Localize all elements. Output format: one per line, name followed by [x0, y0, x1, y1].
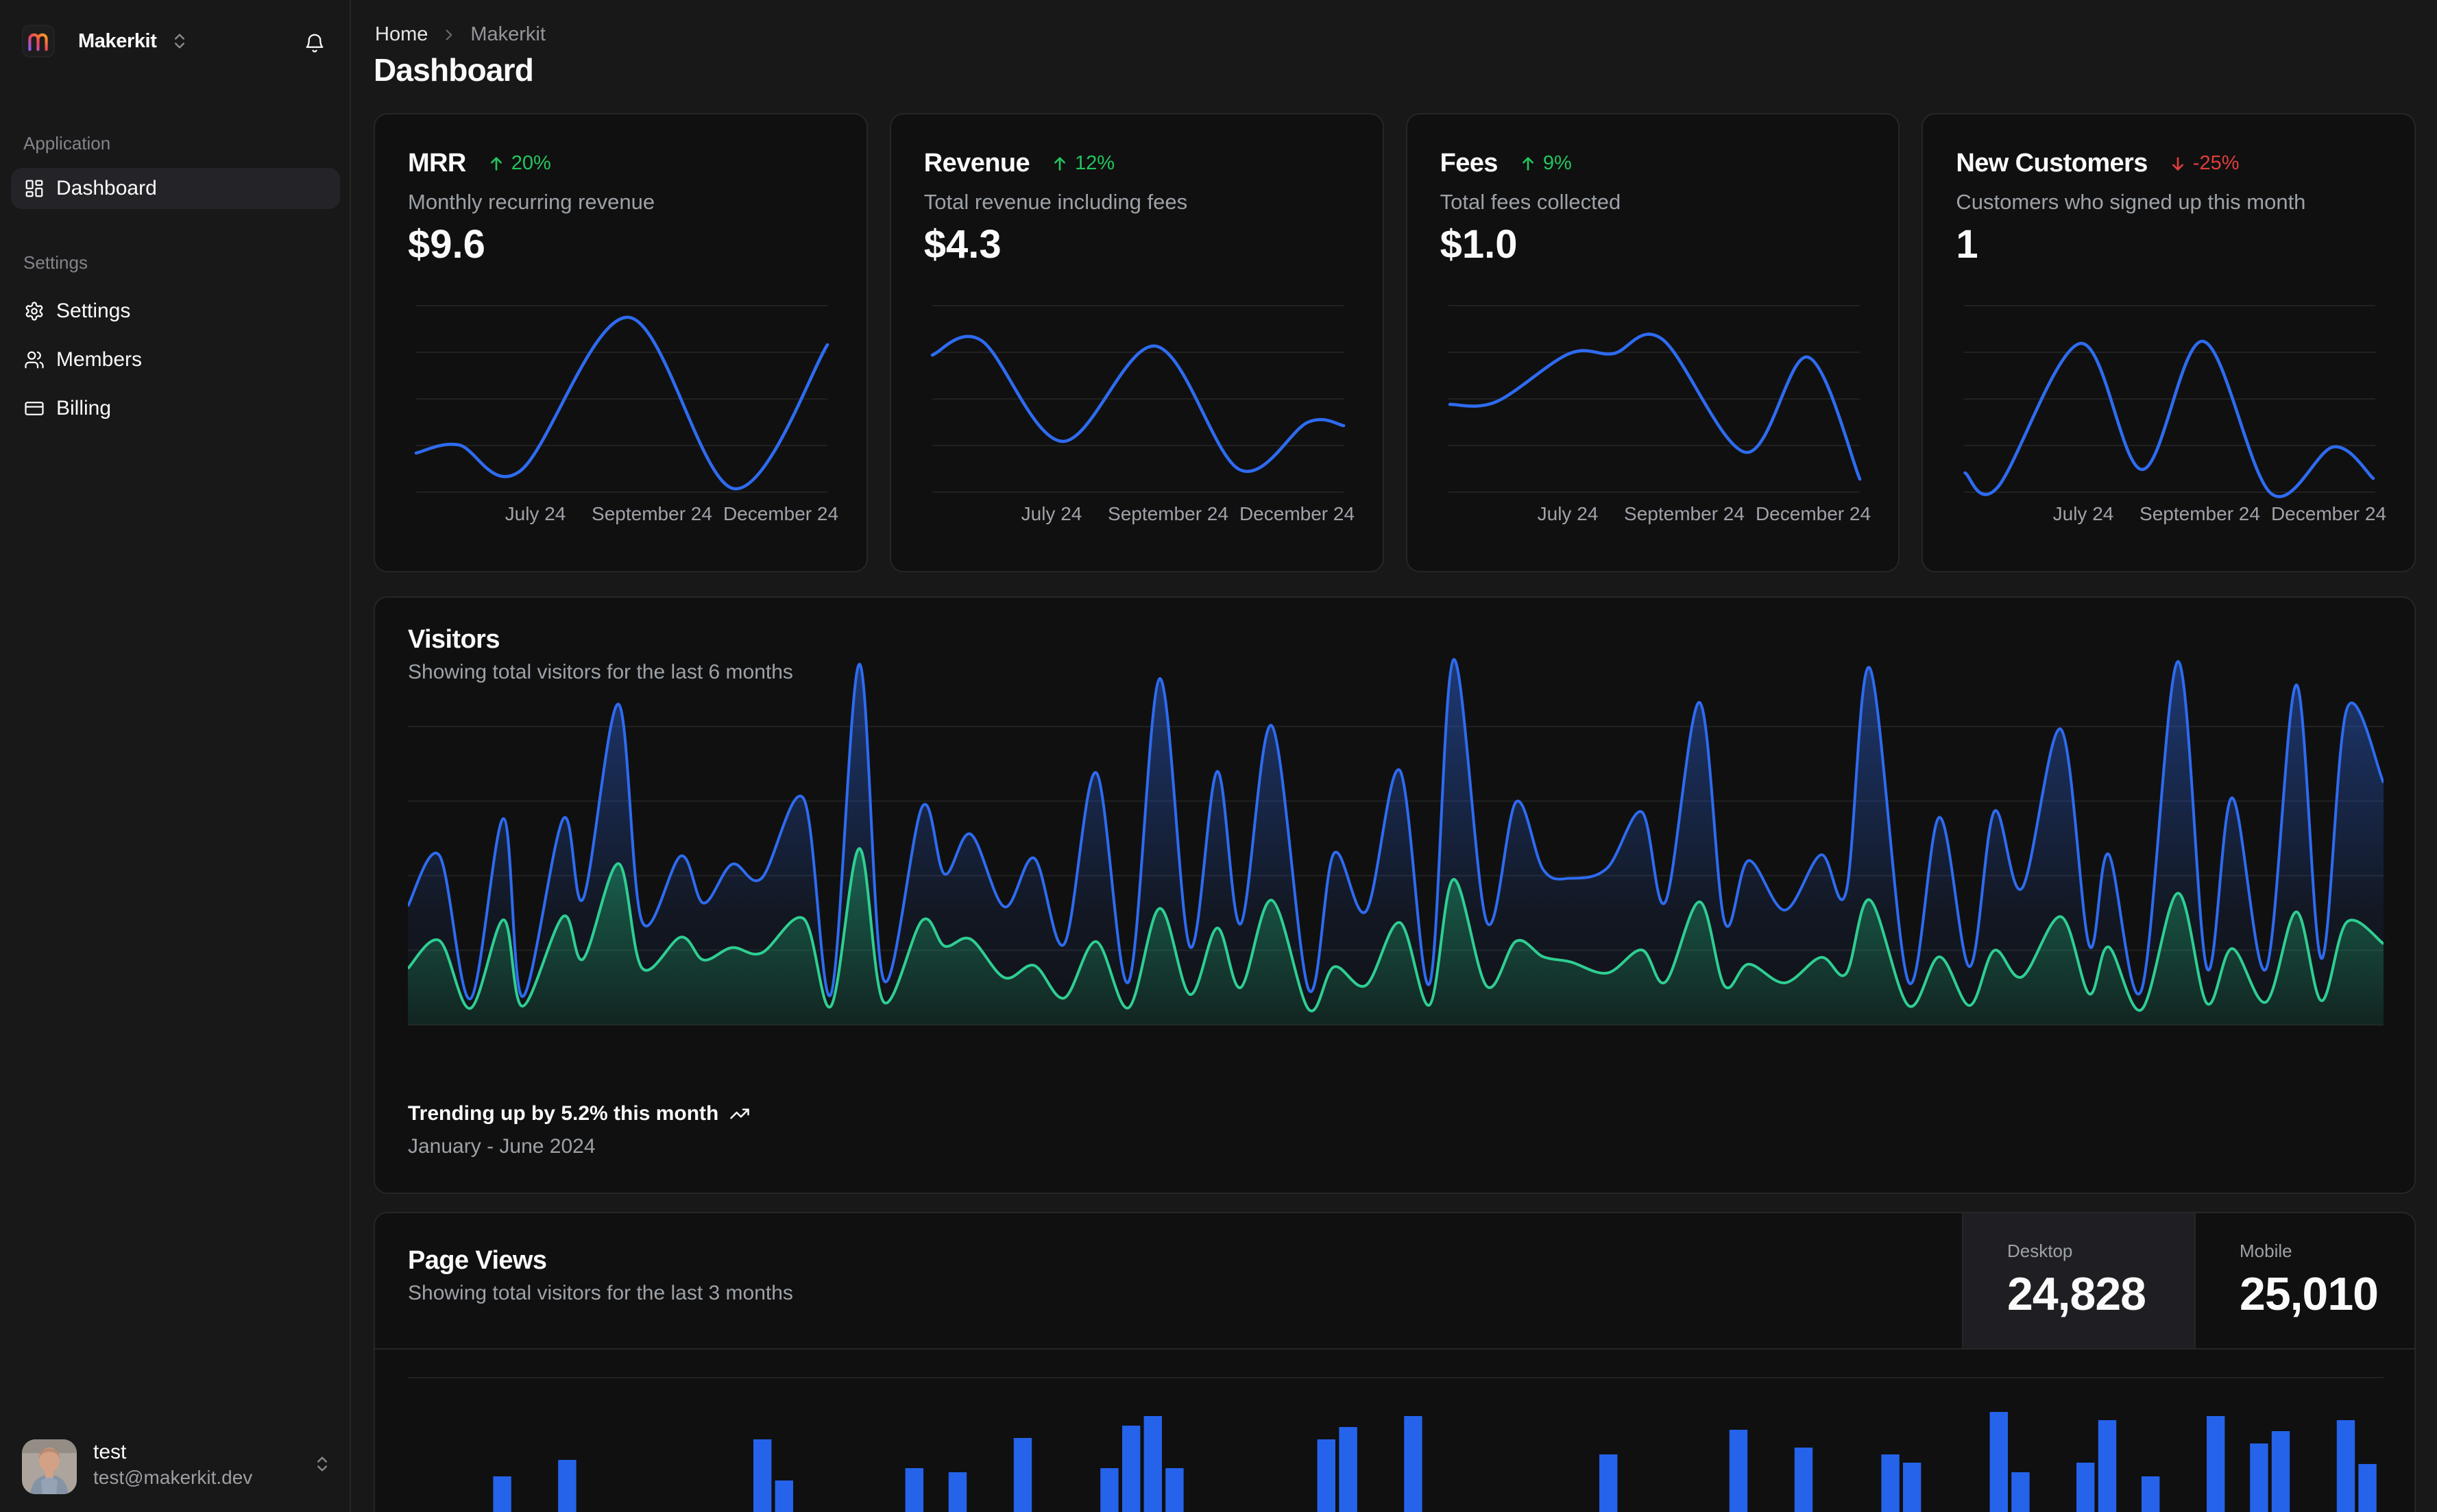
svg-text:July 24: July 24 — [1021, 503, 1082, 524]
svg-text:September 24: September 24 — [592, 503, 712, 524]
svg-text:July 24: July 24 — [1537, 503, 1598, 524]
svg-text:December 24: December 24 — [1239, 503, 1355, 524]
svg-text:September 24: September 24 — [1108, 503, 1228, 524]
svg-text:December 24: December 24 — [1756, 503, 1871, 524]
svg-text:December 24: December 24 — [2271, 503, 2386, 524]
svg-text:December 24: December 24 — [723, 503, 838, 524]
svg-text:September 24: September 24 — [1624, 503, 1745, 524]
svg-text:September 24: September 24 — [2139, 503, 2260, 524]
svg-text:July 24: July 24 — [505, 503, 566, 524]
svg-text:July 24: July 24 — [2053, 503, 2114, 524]
